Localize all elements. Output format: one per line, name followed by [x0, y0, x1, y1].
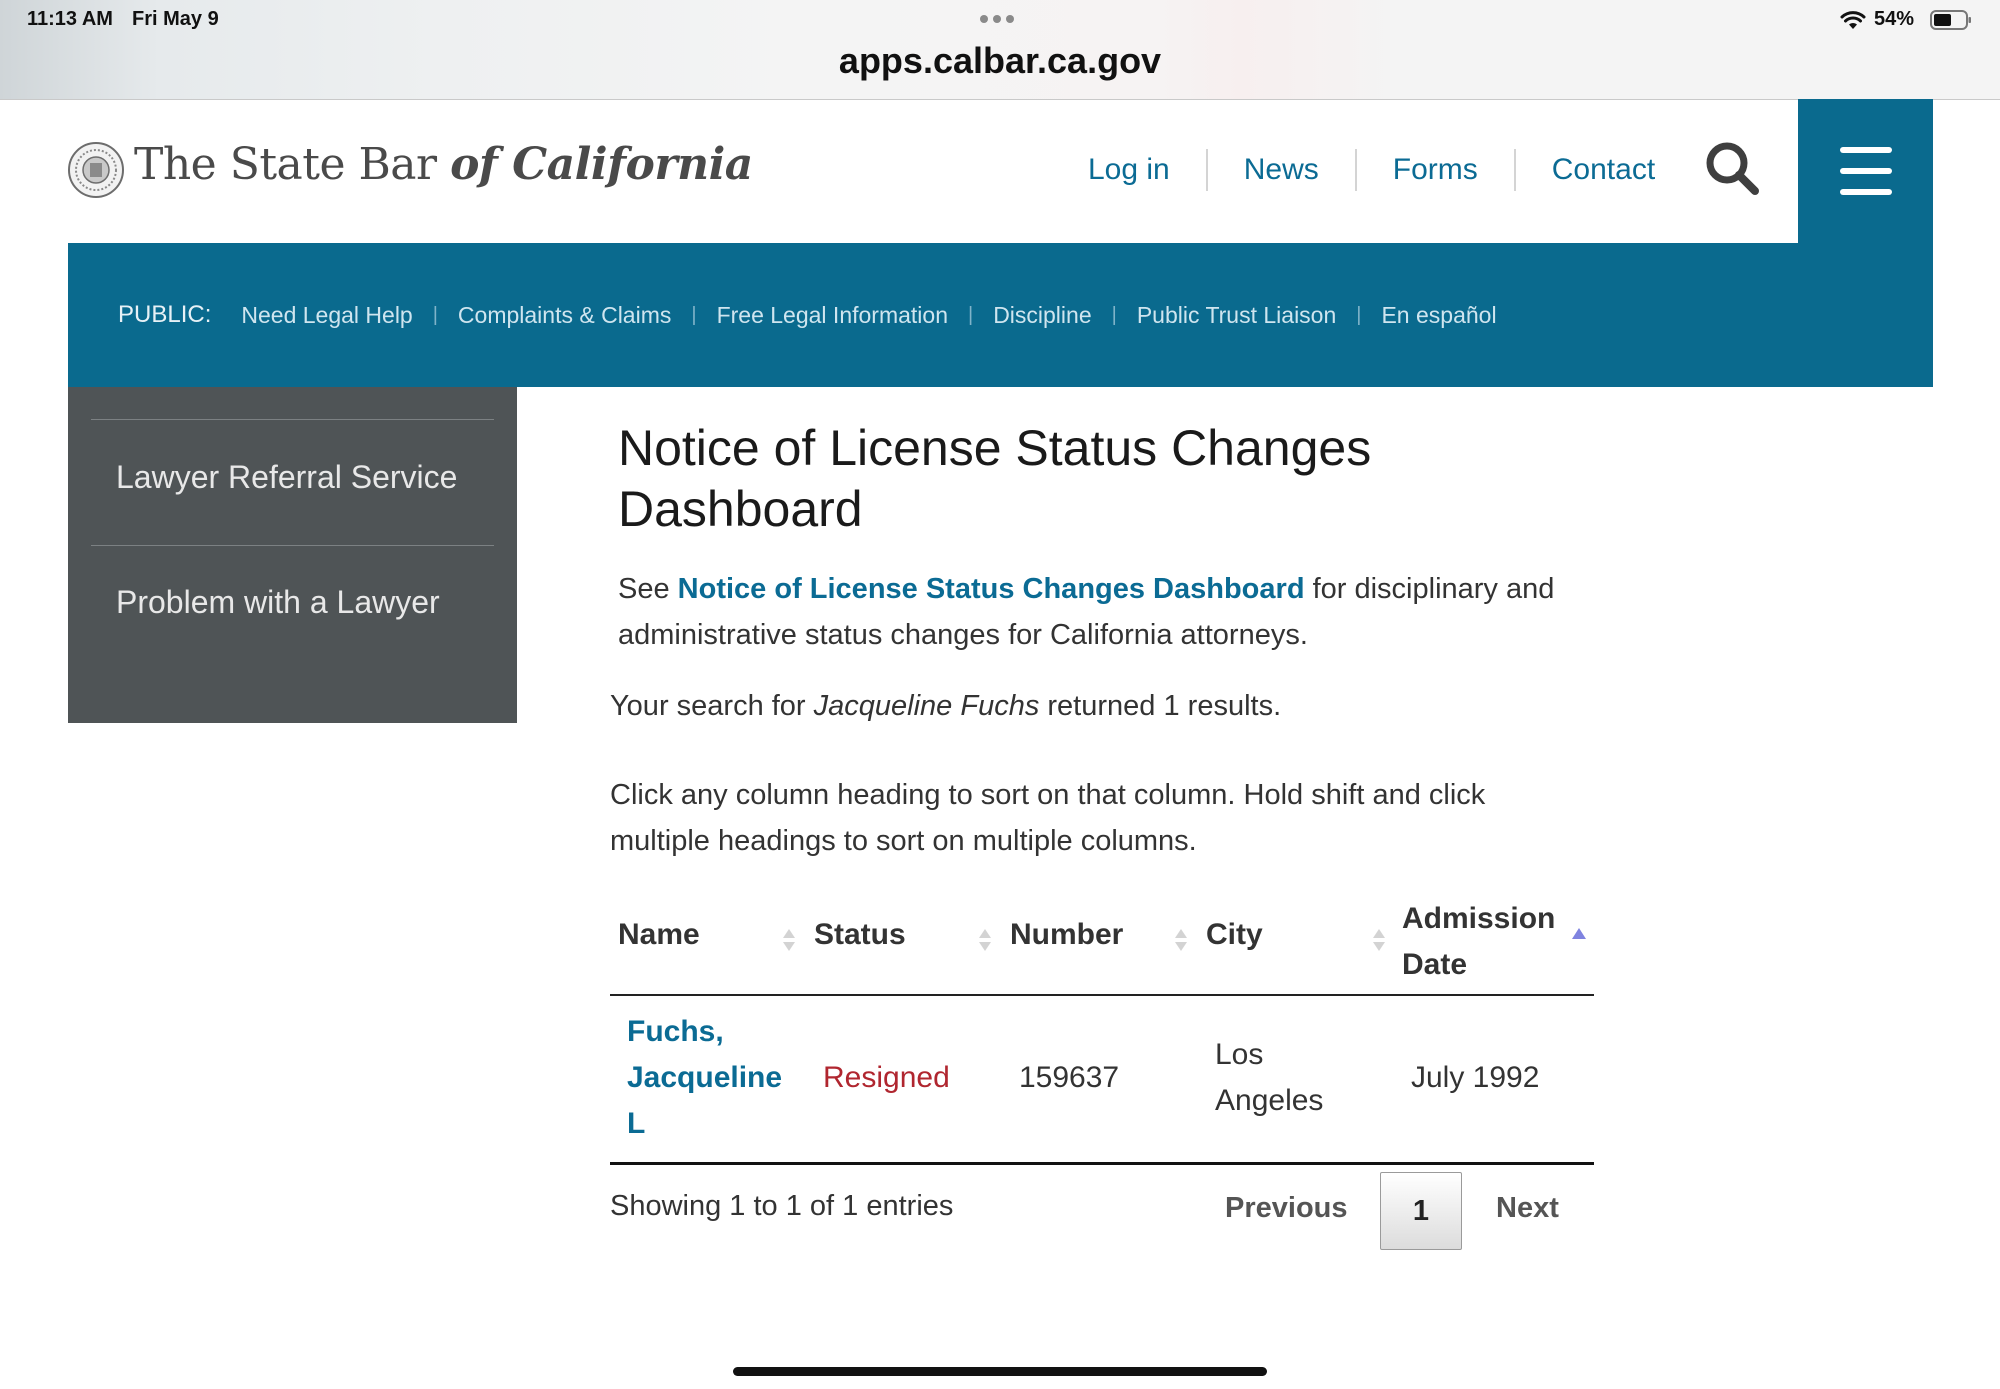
logo-text-main: The State Bar — [134, 139, 451, 190]
table-header-row: Name Status Number City Admission Date — [610, 890, 1594, 996]
public-link-complaints-claims[interactable]: Complaints & Claims — [438, 302, 691, 329]
cell-status: Resigned — [823, 1061, 950, 1094]
sidebar-item-problem-with-a-lawyer[interactable]: Problem with a Lawyer — [116, 584, 440, 621]
divider — [91, 419, 494, 420]
search-query: Jacqueline Fuchs — [813, 690, 1040, 722]
sort-help-text: Click any column heading to sort on that… — [610, 779, 1486, 857]
search-suffix: returned 1 results. — [1039, 690, 1282, 722]
page-1-button[interactable]: 1 — [1380, 1172, 1462, 1250]
column-header-label: Name — [618, 918, 700, 951]
public-link-free-legal-information[interactable]: Free Legal Information — [697, 302, 968, 329]
logo-text-italic: of California — [450, 139, 753, 190]
wifi-icon — [1840, 11, 1866, 29]
public-link-public-trust-liaison[interactable]: Public Trust Liaison — [1117, 302, 1356, 329]
search-summary: Your search for Jacqueline Fuchs returne… — [610, 690, 1281, 723]
public-link-en-espanol[interactable]: En español — [1361, 302, 1516, 329]
multitasking-dots-icon[interactable] — [980, 15, 1014, 23]
table-footer: Showing 1 to 1 of 1 entries Previous 1 N… — [610, 1170, 1594, 1250]
attorney-name-link[interactable]: Fuchs, Jacqueline L — [627, 1015, 782, 1140]
table-row: Fuchs, Jacqueline L Resigned 159637 Los … — [610, 996, 1594, 1165]
nav-login-link[interactable]: Log in — [1068, 149, 1206, 191]
address-bar-url[interactable]: apps.calbar.ca.gov — [0, 40, 2000, 82]
column-header-admission-date[interactable]: Admission Date — [1394, 890, 1594, 994]
nav-forms-link[interactable]: Forms — [1354, 149, 1514, 191]
hamburger-bar — [1840, 168, 1892, 174]
site-header: The State Bar of California Log in News … — [68, 99, 1933, 243]
browser-status-bar: 11:13 AM Fri May 9 apps.calbar.ca.gov 54… — [0, 0, 2000, 100]
public-link-need-legal-help[interactable]: Need Legal Help — [221, 302, 432, 329]
results-table: Name Status Number City Admission Date F… — [610, 890, 1594, 1165]
cell-city: Los Angeles — [1215, 1038, 1324, 1117]
sort-arrows-icon — [782, 929, 796, 955]
divider — [91, 545, 494, 546]
nav-contact-link[interactable]: Contact — [1513, 149, 1691, 191]
nav-news-link[interactable]: News — [1205, 149, 1355, 191]
column-header-label: Admission Date — [1402, 902, 1556, 981]
hamburger-bar — [1840, 189, 1892, 195]
cell-name: Fuchs, Jacqueline L — [627, 1009, 792, 1147]
battery-percentage: 54% — [1874, 8, 1915, 30]
next-page-button[interactable]: Next — [1496, 1192, 1559, 1225]
sort-arrows-icon — [1174, 929, 1188, 955]
dashboard-link[interactable]: Notice of License Status Changes Dashboa… — [678, 573, 1305, 605]
site-logo[interactable]: The State Bar of California — [134, 139, 753, 190]
entries-info: Showing 1 to 1 of 1 entries — [610, 1190, 954, 1222]
state-bar-seal-icon[interactable] — [68, 142, 124, 198]
sort-arrows-icon — [978, 929, 992, 955]
page-title: Notice of License Status Changes Dashboa… — [618, 420, 1372, 537]
hamburger-menu-button[interactable] — [1798, 99, 1933, 243]
sort-arrows-icon — [1372, 929, 1386, 955]
cell-number: 159637 — [1019, 1061, 1120, 1094]
intro-prefix: See — [618, 573, 678, 605]
column-header-label: Status — [814, 918, 906, 951]
previous-page-button[interactable]: Previous — [1225, 1192, 1348, 1225]
home-indicator[interactable] — [733, 1367, 1267, 1376]
public-nav-bar: PUBLIC: Need Legal Help | Complaints & C… — [68, 243, 1933, 387]
status-date: Fri May 9 — [132, 8, 219, 30]
column-header-number[interactable]: Number — [1002, 890, 1198, 994]
battery-icon — [1930, 10, 1971, 30]
intro-paragraph: See Notice of License Status Changes Das… — [618, 566, 1618, 658]
search-prefix: Your search for — [610, 690, 814, 722]
public-label: PUBLIC: — [118, 301, 212, 328]
top-nav: Log in News Forms Contact — [1068, 149, 1691, 191]
cell-admission-date: July 1992 — [1411, 1061, 1540, 1094]
sidebar: Lawyer Referral Service Problem with a L… — [68, 387, 517, 723]
column-header-label: Number — [1010, 918, 1124, 951]
public-link-discipline[interactable]: Discipline — [973, 302, 1111, 329]
column-header-status[interactable]: Status — [806, 890, 1002, 994]
hamburger-menu-icon — [1840, 147, 1892, 153]
column-header-city[interactable]: City — [1198, 890, 1394, 994]
sort-ascending-icon — [1572, 928, 1586, 939]
sidebar-item-lawyer-referral-service[interactable]: Lawyer Referral Service — [116, 459, 457, 496]
search-icon[interactable] — [1703, 139, 1763, 199]
status-time: 11:13 AM — [27, 8, 113, 30]
column-header-label: City — [1206, 918, 1263, 951]
column-header-name[interactable]: Name — [610, 890, 806, 994]
